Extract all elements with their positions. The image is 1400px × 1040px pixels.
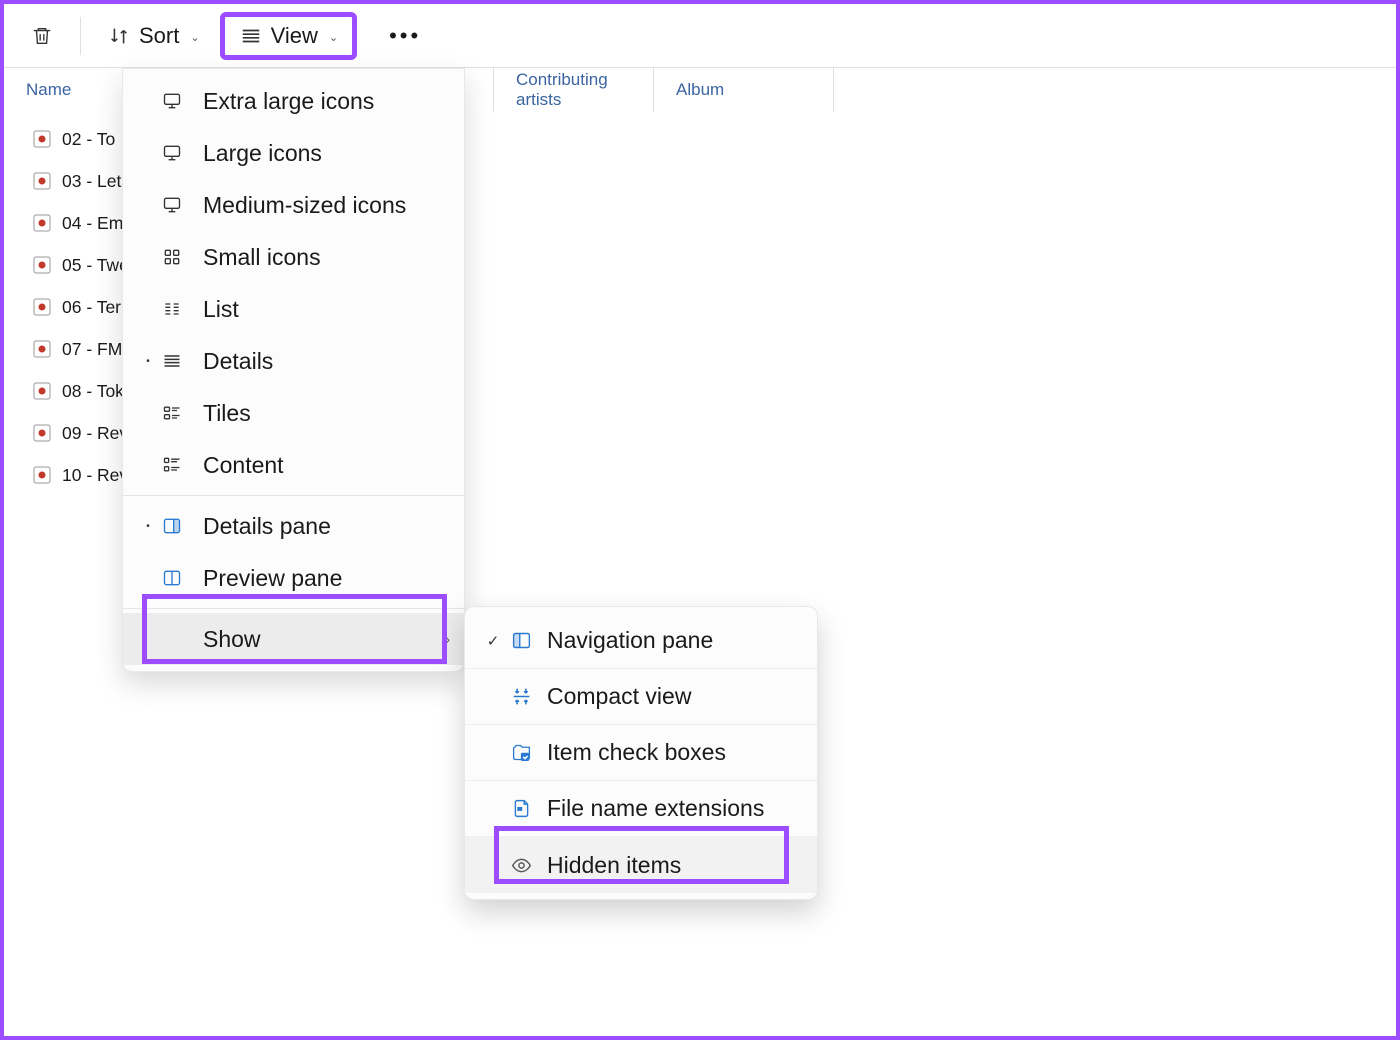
chevron-down-icon: ⌄ [329, 31, 338, 44]
monitor-icon [159, 143, 185, 163]
tiles-icon [159, 403, 185, 423]
checkbox-folder-icon [507, 742, 535, 763]
audio-file-icon [32, 213, 52, 233]
bullet-active-icon: • [137, 521, 159, 532]
menu-preview-pane[interactable]: Preview pane [123, 552, 464, 604]
details-pane-icon [159, 516, 185, 536]
sort-label: Sort [139, 23, 179, 49]
compact-icon [507, 686, 535, 707]
file-list: 02 - To 03 - Let 04 - Em 05 - Twe 06 - T… [4, 68, 129, 1036]
col-album[interactable]: Album [654, 68, 834, 112]
check-icon: ✓ [479, 632, 507, 650]
delete-button[interactable] [18, 16, 66, 56]
menu-divider [123, 608, 464, 609]
list-lines-icon [159, 351, 185, 371]
audio-file-icon [32, 129, 52, 149]
audio-file-icon [32, 465, 52, 485]
trash-icon [30, 24, 54, 48]
menu-small-icons[interactable]: Small icons [123, 231, 464, 283]
menu-medium-icons[interactable]: Medium-sized icons [123, 179, 464, 231]
bullet-active-icon: • [137, 356, 159, 367]
list-item[interactable]: 09 - Rev [32, 412, 129, 454]
list-item[interactable]: 07 - FM [32, 328, 129, 370]
list-item[interactable]: 06 - Ter [32, 286, 129, 328]
submenu-file-name-extensions[interactable]: File name extensions [465, 781, 817, 837]
submenu-hidden-items[interactable]: Hidden items [465, 837, 817, 893]
menu-details[interactable]: • Details [123, 335, 464, 387]
list-item[interactable]: 08 - Tok [32, 370, 129, 412]
sort-icon [107, 24, 131, 48]
menu-extra-large-icons[interactable]: Extra large icons [123, 75, 464, 127]
chevron-down-icon: ⌄ [190, 31, 199, 44]
list-icon [159, 299, 185, 319]
menu-large-icons[interactable]: Large icons [123, 127, 464, 179]
menu-tiles[interactable]: Tiles [123, 387, 464, 439]
ellipsis-icon: ••• [389, 23, 421, 49]
preview-pane-icon [159, 568, 185, 588]
audio-file-icon [32, 171, 52, 191]
menu-show[interactable]: Show › [123, 613, 464, 665]
monitor-icon [159, 195, 185, 215]
chevron-right-icon: › [445, 631, 450, 647]
menu-content[interactable]: Content [123, 439, 464, 491]
col-artists[interactable]: Contributing artists [494, 68, 654, 112]
show-submenu: ✓ Navigation pane Compact view Item chec… [464, 606, 818, 900]
audio-file-icon [32, 297, 52, 317]
submenu-compact-view[interactable]: Compact view [465, 669, 817, 725]
view-button[interactable]: View ⌄ [220, 12, 358, 60]
submenu-item-check-boxes[interactable]: Item check boxes [465, 725, 817, 781]
list-lines-icon [239, 24, 263, 48]
toolbar: Sort ⌄ View ⌄ ••• [4, 4, 1396, 68]
view-label: View [271, 23, 318, 49]
menu-details-pane[interactable]: • Details pane [123, 500, 464, 552]
submenu-navigation-pane[interactable]: ✓ Navigation pane [465, 613, 817, 669]
content-icon [159, 455, 185, 475]
menu-list[interactable]: List [123, 283, 464, 335]
view-dropdown: Extra large icons Large icons Medium-siz… [122, 68, 465, 672]
list-item[interactable]: 02 - To [32, 118, 129, 160]
list-item[interactable]: 10 - Rev [32, 454, 129, 496]
nav-pane-icon [507, 630, 535, 651]
audio-file-icon [32, 339, 52, 359]
audio-file-icon [32, 381, 52, 401]
more-button[interactable]: ••• [377, 15, 433, 57]
list-item[interactable]: 03 - Let [32, 160, 129, 202]
list-item[interactable]: 04 - Em [32, 202, 129, 244]
audio-file-icon [32, 423, 52, 443]
list-item[interactable]: 05 - Twe [32, 244, 129, 286]
audio-file-icon [32, 255, 52, 275]
divider [80, 17, 81, 55]
file-ext-icon [507, 798, 535, 819]
grid-icon [159, 247, 185, 267]
monitor-icon [159, 91, 185, 111]
eye-icon [507, 855, 535, 876]
menu-divider [123, 495, 464, 496]
sort-button[interactable]: Sort ⌄ [95, 15, 212, 57]
